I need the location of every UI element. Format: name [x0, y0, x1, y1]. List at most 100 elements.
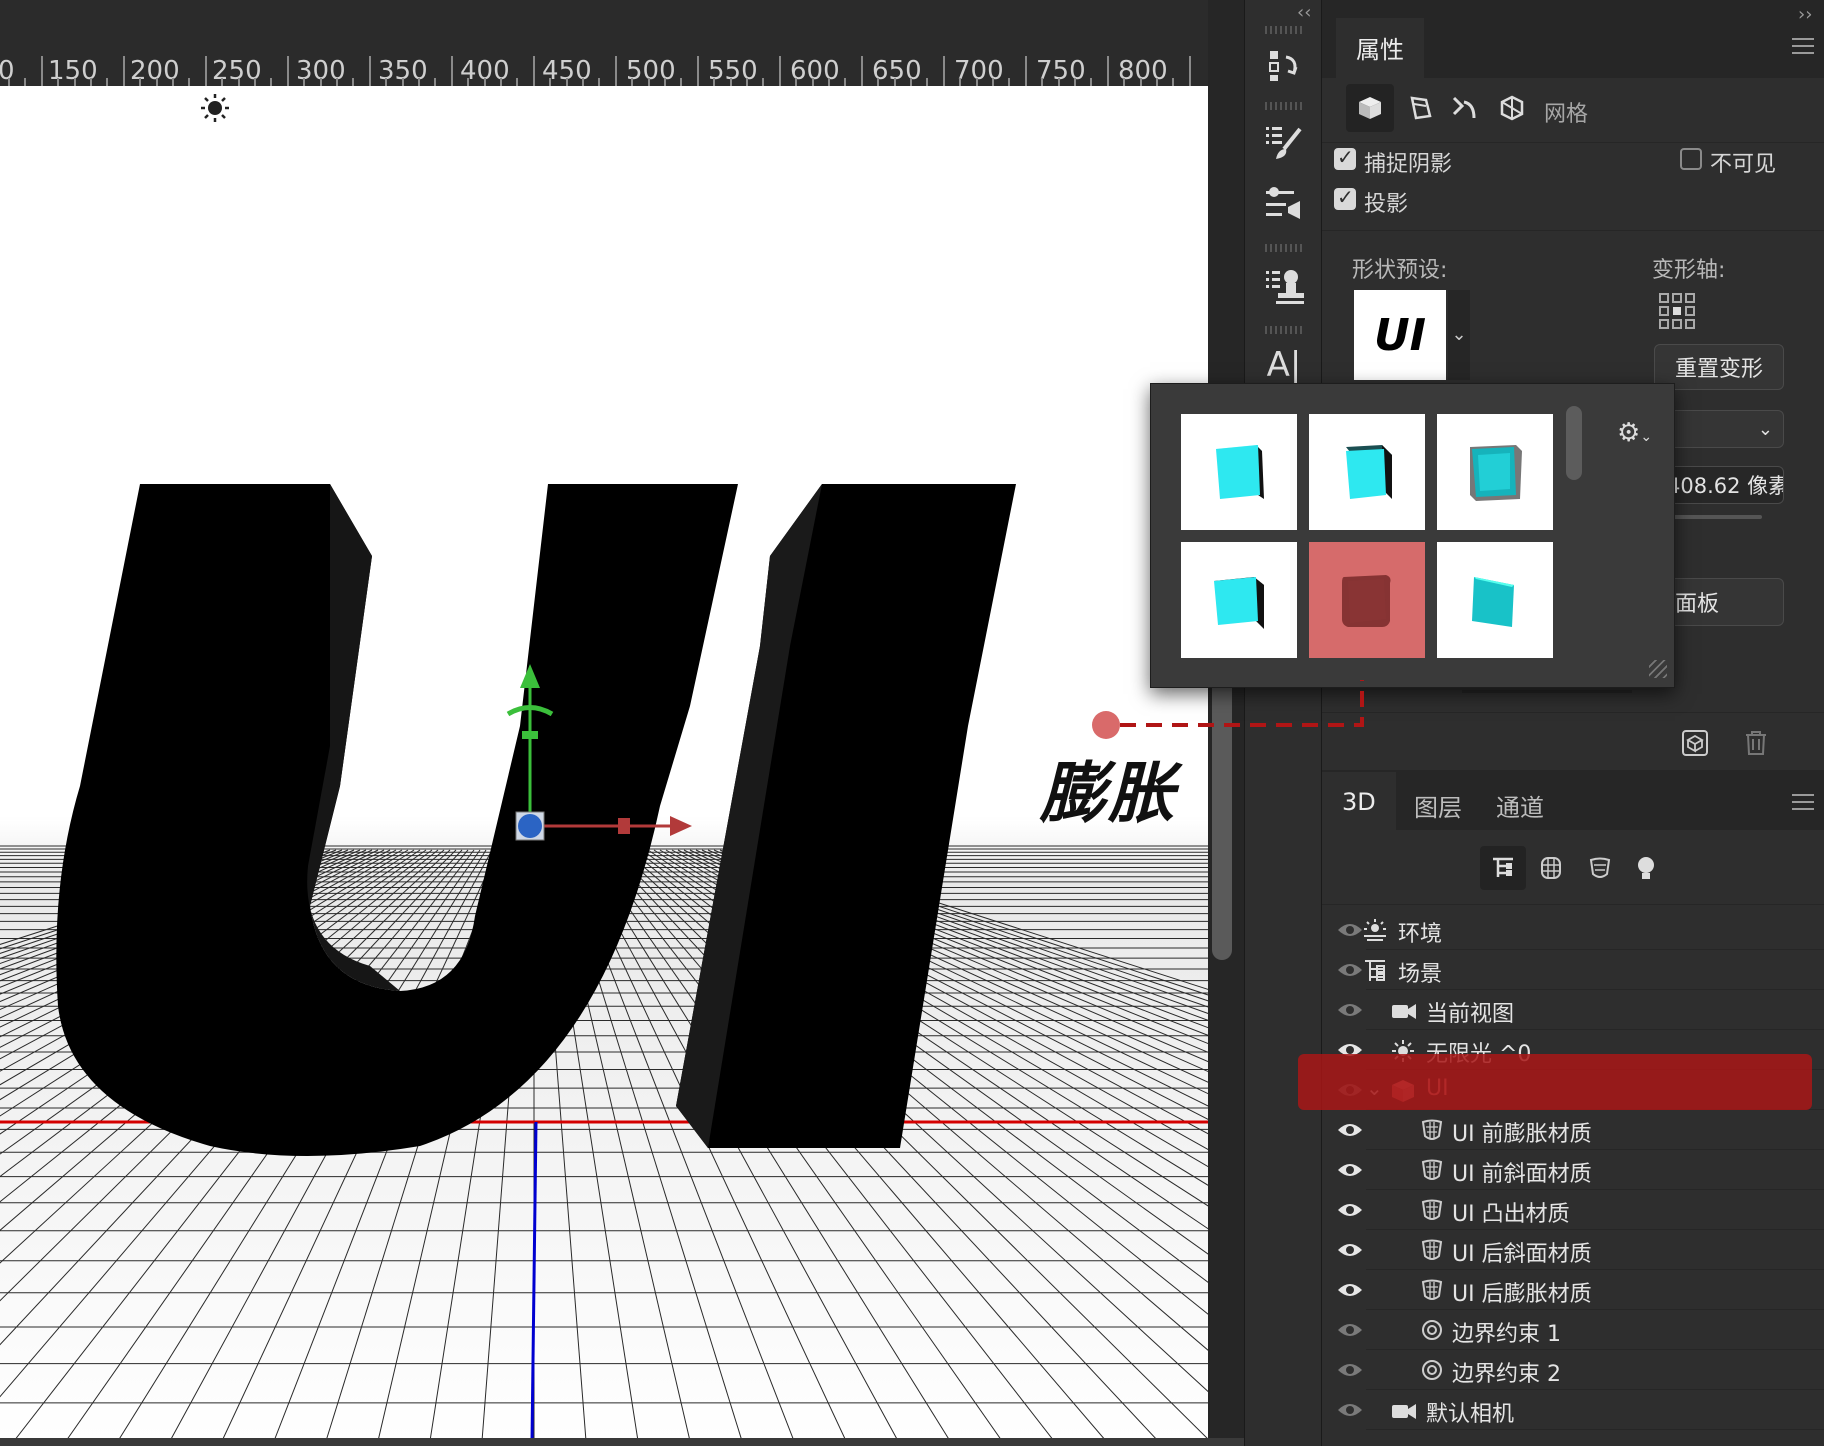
collapse-right-icon[interactable]: ››: [1798, 4, 1812, 25]
y-scale-handle[interactable]: [522, 731, 538, 739]
ruler-tick: [352, 78, 355, 86]
grip-handle[interactable]: [1265, 102, 1305, 110]
x-scale-handle[interactable]: [618, 818, 630, 834]
render-icon[interactable]: [1682, 730, 1708, 760]
visibility-eye-icon[interactable]: [1336, 958, 1364, 982]
collapse-left-icon[interactable]: ‹‹: [1297, 2, 1311, 23]
ruler-tick: [8, 78, 10, 86]
3d-canvas[interactable]: [0, 86, 1208, 1441]
ruler-tick: [368, 56, 371, 86]
trash-icon[interactable]: [1744, 730, 1768, 760]
preset-cube-dark[interactable]: [1309, 414, 1425, 530]
tab-properties[interactable]: 属性: [1336, 18, 1424, 78]
annotation-label: 膨胀: [1040, 755, 1176, 832]
cast-shadow-checkbox[interactable]: [1334, 185, 1356, 210]
scene-tree-label: 环境: [1398, 922, 1443, 947]
edit-source-button[interactable]: 背面板: [1662, 578, 1784, 626]
visibility-eye-icon[interactable]: [1336, 998, 1364, 1022]
scene-tree-row[interactable]: UI 后膨胀材质: [1322, 1270, 1824, 1310]
tab-channels[interactable]: 通道: [1482, 772, 1558, 830]
preset-cube[interactable]: [1181, 414, 1297, 530]
mesh-tab-icon[interactable]: [1346, 84, 1394, 132]
resize-grip-icon[interactable]: [1649, 660, 1667, 678]
preset-dropdown-chevron-icon[interactable]: ⌄: [1448, 290, 1470, 380]
scene-tree-row[interactable]: 默认相机: [1322, 1390, 1824, 1430]
visibility-eye-icon[interactable]: [1336, 1198, 1364, 1222]
visibility-eye-icon[interactable]: [1336, 1358, 1364, 1382]
camera-icon: [1390, 998, 1416, 1024]
scene-tree-row[interactable]: UI 后斜面材质: [1322, 1230, 1824, 1270]
materials-filter-icon[interactable]: [1588, 856, 1612, 884]
ruler-tick: [729, 78, 732, 86]
scene-tree-row[interactable]: UI 前膨胀材质: [1322, 1110, 1824, 1150]
mesh-tab-label[interactable]: 网格: [1544, 96, 1588, 128]
tab-layers[interactable]: 图层: [1400, 772, 1476, 830]
gear-icon[interactable]: ⚙⌄: [1617, 418, 1652, 448]
visibility-eye-icon[interactable]: [1336, 1238, 1364, 1262]
material-icon: [1420, 1118, 1446, 1144]
depth-slider[interactable]: [1662, 515, 1762, 519]
grip-handle[interactable]: [1265, 26, 1305, 34]
coordinates-tab-icon[interactable]: [1498, 94, 1526, 126]
visibility-eye-icon[interactable]: [1336, 918, 1364, 942]
adjust-presets-icon[interactable]: [1259, 178, 1309, 228]
ruler-tick: [319, 78, 322, 86]
invisible-checkbox[interactable]: [1680, 148, 1702, 170]
visibility-eye-icon[interactable]: [1336, 1158, 1364, 1182]
visibility-eye-icon[interactable]: [1336, 1318, 1364, 1342]
popup-scrollbar[interactable]: [1566, 406, 1582, 480]
row-divider: [1366, 1429, 1824, 1430]
ruler-label: 800: [1118, 56, 1168, 86]
ruler-tick: [418, 78, 420, 86]
visibility-eye-icon[interactable]: [1336, 1118, 1364, 1142]
ruler-tick: [1008, 78, 1011, 86]
constraint-icon: [1420, 1358, 1446, 1384]
scene-tree-row[interactable]: 边界约束 2: [1322, 1350, 1824, 1390]
visibility-eye-icon[interactable]: [1336, 1398, 1364, 1422]
scene-tree-row[interactable]: 当前视图: [1322, 990, 1824, 1030]
scene-tree-row[interactable]: 场景: [1322, 950, 1824, 990]
visibility-eye-icon[interactable]: [1336, 1278, 1364, 1302]
light-icon[interactable]: [201, 94, 229, 122]
ruler-label: 700: [954, 56, 1004, 86]
z-axis-handle[interactable]: [518, 814, 542, 838]
preset-cube-extrude[interactable]: [1181, 542, 1297, 658]
meshes-filter-icon[interactable]: [1540, 856, 1562, 884]
history-panel-icon[interactable]: [1259, 40, 1309, 90]
panel-menu-icon[interactable]: [1792, 38, 1814, 54]
ruler-tick: [582, 78, 584, 86]
whole-scene-filter-icon[interactable]: [1480, 846, 1526, 890]
ruler-tick: [647, 78, 650, 86]
ruler-tick: [155, 78, 158, 86]
ruler-tick: [303, 78, 306, 86]
preset-inflate[interactable]: [1309, 542, 1425, 658]
deform-axis-icon[interactable]: [1658, 292, 1696, 334]
cap-tab-icon[interactable]: [1450, 94, 1478, 126]
grip-handle[interactable]: [1265, 326, 1305, 334]
ruler-tick: [188, 78, 191, 86]
horizontal-scrollbar[interactable]: [0, 1438, 1244, 1446]
3d-scene[interactable]: [0, 86, 1208, 1441]
panel-menu-icon[interactable]: [1792, 794, 1814, 810]
ruler-tick: [1156, 78, 1158, 86]
scene-tree-row[interactable]: 边界约束 1: [1322, 1310, 1824, 1350]
tab-3d[interactable]: 3D: [1322, 772, 1396, 830]
clone-source-icon[interactable]: [1259, 262, 1309, 312]
preset-cube-flat[interactable]: [1437, 542, 1553, 658]
texture-mapping-dropdown[interactable]: ⌄: [1662, 410, 1784, 448]
brush-settings-icon[interactable]: [1259, 118, 1309, 168]
lights-filter-icon[interactable]: [1636, 856, 1656, 886]
ruler-tick: [286, 56, 289, 86]
scene-tree-row[interactable]: UI 前斜面材质: [1322, 1150, 1824, 1190]
preset-cube-bevel[interactable]: [1437, 414, 1553, 530]
scene-tree-row[interactable]: 环境: [1322, 910, 1824, 950]
scene-tree-row[interactable]: UI 凸出材质: [1322, 1190, 1824, 1230]
scene-tree-label: 默认相机: [1426, 1402, 1515, 1427]
shape-preset-thumbnail[interactable]: UI: [1354, 290, 1446, 380]
capture-shadow-checkbox[interactable]: [1334, 145, 1356, 170]
depth-field[interactable]: 408.62 像素: [1662, 466, 1784, 504]
grip-handle[interactable]: [1265, 244, 1305, 252]
deform-tab-icon[interactable]: [1406, 94, 1434, 126]
ruler-tick: [926, 78, 929, 86]
selection-highlight: [1298, 1054, 1812, 1110]
